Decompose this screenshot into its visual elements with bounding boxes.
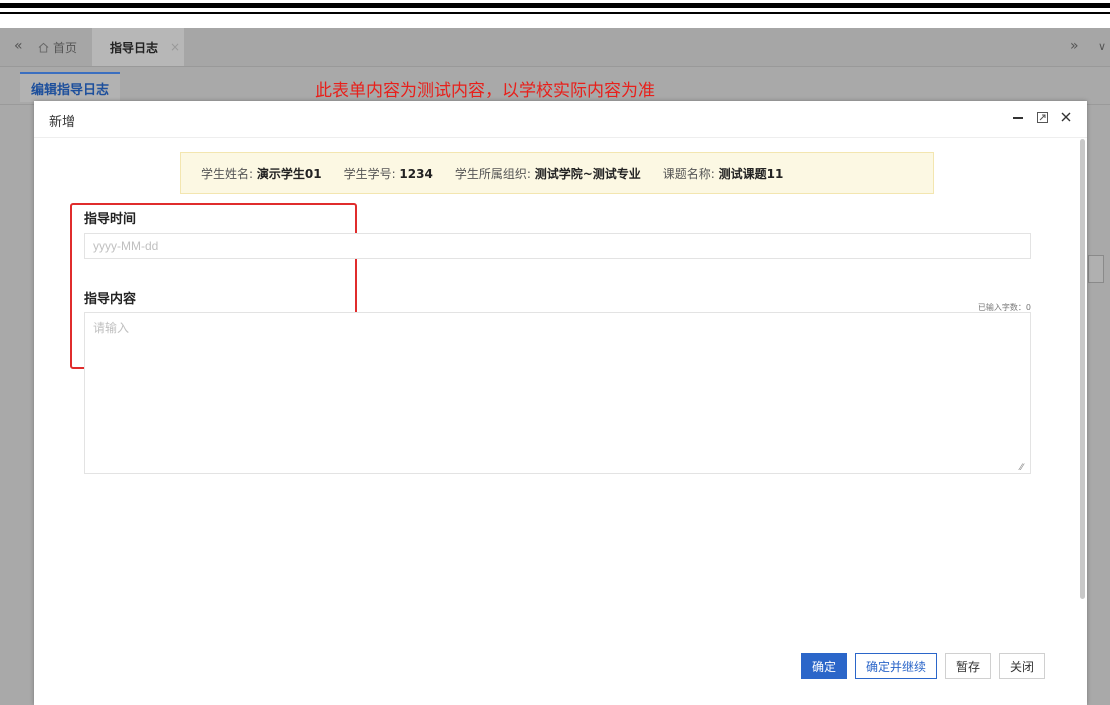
student-name: 学生姓名: 演示学生01 [201, 166, 322, 181]
tab-home[interactable]: 首页 [38, 39, 77, 56]
top-border-thin [0, 12, 1110, 14]
close-icon[interactable] [1059, 110, 1073, 124]
confirm-continue-button[interactable]: 确定并继续 [855, 653, 938, 679]
close-button[interactable]: 关闭 [999, 653, 1046, 679]
maximize-icon[interactable] [1035, 110, 1049, 124]
resize-handle-icon[interactable]: ⁄⁄ [1020, 463, 1023, 473]
guidance-content-textarea[interactable] [84, 312, 1031, 474]
subtab-edit-log[interactable]: 编辑指导日志 [20, 72, 120, 102]
tab-bar: « 首页 指导日志 × » ∨ [0, 28, 1110, 67]
expand-right-icon[interactable]: » [1070, 38, 1079, 54]
dialog-title: 新增 [49, 115, 76, 130]
background-button-fragment [1088, 255, 1104, 283]
student-info-banner: 学生姓名: 演示学生01 学生学号: 1234 学生所属组织: 测试学院~测试专… [180, 152, 934, 194]
chevron-down-icon[interactable]: ∨ [1098, 40, 1106, 53]
topic-name: 课题名称: 测试课题11 [662, 166, 784, 181]
home-icon [38, 42, 49, 53]
test-content-notice: 此表单内容为测试内容，以学校实际内容为准 [315, 81, 655, 101]
guidance-time-input[interactable] [84, 233, 1031, 259]
tab-home-label: 首页 [53, 41, 78, 55]
tab-guidance-log-label: 指导日志 [110, 40, 159, 55]
student-org: 学生所属组织: 测试学院~测试专业 [454, 166, 641, 181]
dialog-scrollbar[interactable] [1080, 139, 1085, 599]
minimize-icon[interactable] [1011, 110, 1025, 124]
dialog-header: 新增 [34, 101, 1087, 138]
save-draft-button[interactable]: 暂存 [945, 653, 992, 679]
collapse-left-icon[interactable]: « [14, 38, 23, 54]
guidance-time-label: 指导时间 [84, 212, 137, 227]
tab-close-icon[interactable]: × [170, 40, 180, 54]
confirm-button[interactable]: 确定 [801, 653, 848, 679]
top-border-thick [0, 3, 1110, 8]
add-dialog: 新增 学生姓名: 演示学生01 学生学号: 1234 学生所属组织: 测试学院~… [34, 101, 1087, 705]
dialog-footer: 确定 确定并继续 暂存 关闭 [801, 653, 1046, 679]
tab-guidance-log[interactable]: 指导日志 × [92, 28, 184, 66]
guidance-content-label: 指导内容 [84, 292, 137, 307]
top-border [0, 0, 1110, 18]
student-id: 学生学号: 1234 [343, 166, 433, 181]
dialog-window-controls [1011, 110, 1073, 124]
